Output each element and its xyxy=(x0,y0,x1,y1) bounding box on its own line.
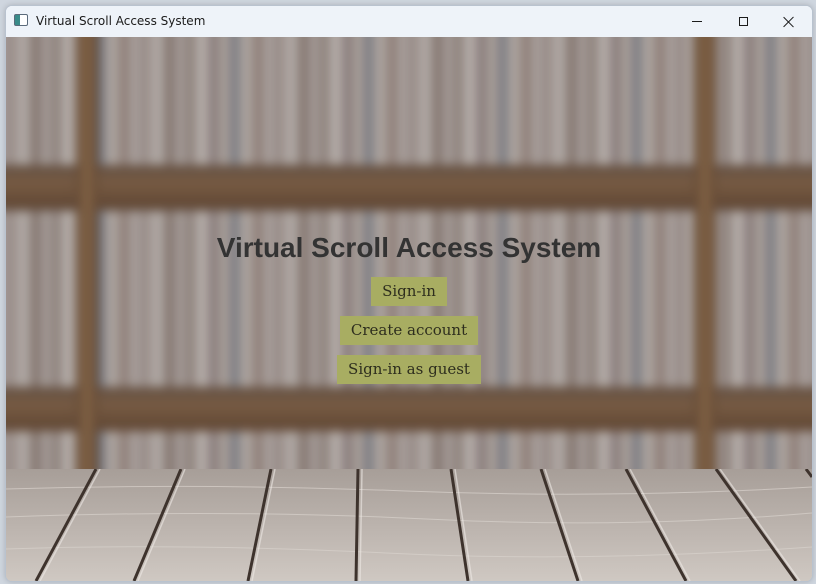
page-title: Virtual Scroll Access System xyxy=(216,232,602,263)
menu-buttons: Sign-in Create account Sign-in as guest xyxy=(6,277,812,394)
window-title: Virtual Scroll Access System xyxy=(36,14,206,28)
maximize-icon xyxy=(738,17,748,26)
close-button[interactable] xyxy=(766,6,812,37)
wooden-floor-background-image xyxy=(6,469,812,581)
title-bar[interactable]: Virtual Scroll Access System xyxy=(6,6,812,38)
main-menu: Virtual Scroll Access System Sign-in Cre… xyxy=(6,228,812,394)
sign-in-button[interactable]: Sign-in xyxy=(371,277,447,306)
guest-sign-in-button[interactable]: Sign-in as guest xyxy=(337,355,481,384)
minimize-icon xyxy=(692,21,702,22)
create-account-button[interactable]: Create account xyxy=(339,316,479,345)
window-controls xyxy=(674,6,812,37)
app-window: Virtual Scroll Access System Virtual Scr… xyxy=(5,5,813,582)
window-app-icon xyxy=(14,14,28,26)
maximize-button[interactable] xyxy=(720,6,766,37)
minimize-button[interactable] xyxy=(674,6,720,37)
main-content: Virtual Scroll Access System Sign-in Cre… xyxy=(6,37,812,581)
close-icon xyxy=(783,16,795,28)
